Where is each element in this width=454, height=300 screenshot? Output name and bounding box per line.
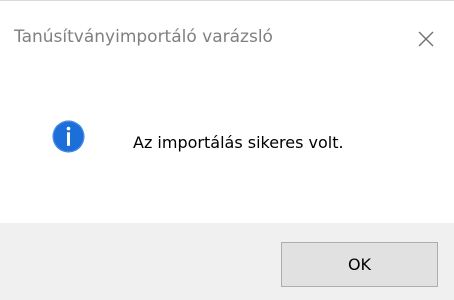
close-button[interactable] bbox=[412, 25, 440, 53]
button-bar: OK bbox=[0, 223, 454, 300]
info-icon bbox=[52, 120, 85, 153]
close-icon bbox=[418, 31, 434, 47]
title-bar: Tanúsítványimportáló varázsló bbox=[0, 1, 454, 75]
window-title: Tanúsítványimportáló varázsló bbox=[14, 27, 273, 47]
message-text: Az importálás sikeres volt. bbox=[133, 133, 344, 152]
message-dialog: Tanúsítványimportáló varázsló Az importá… bbox=[0, 0, 454, 300]
ok-button[interactable]: OK bbox=[281, 242, 438, 287]
dialog-content: Az importálás sikeres volt. bbox=[0, 75, 454, 223]
